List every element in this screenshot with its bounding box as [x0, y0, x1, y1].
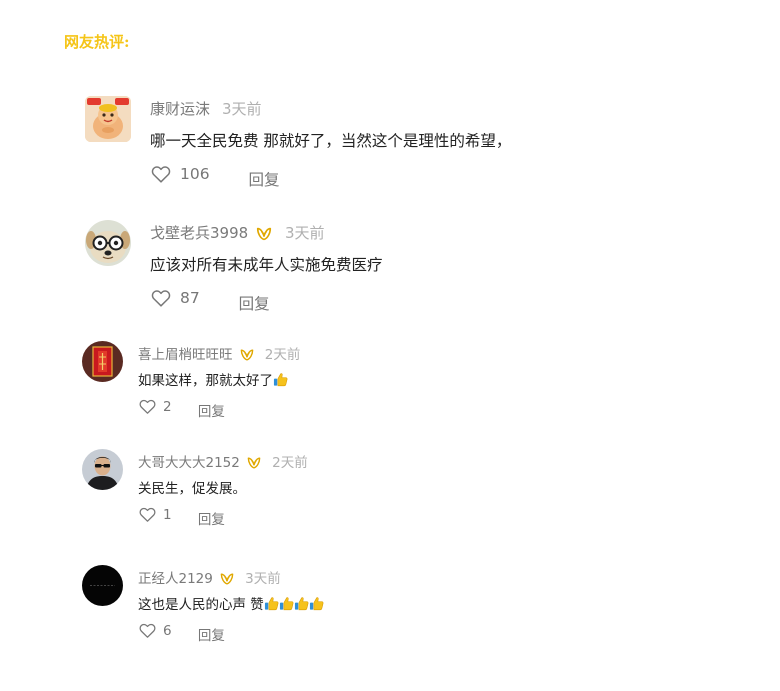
comment-text: 关民生，促发展。 [138, 481, 246, 497]
comment-actions: 1 回复 [138, 505, 225, 528]
comment-text: 哪一天全民免费 那就好了，当然这个是理性的希望， [150, 132, 512, 150]
like-count: 106 [180, 165, 210, 183]
reply-button[interactable]: 回复 [239, 292, 270, 314]
badge-icon [239, 347, 255, 363]
username[interactable]: 喜上眉梢旺旺旺 [138, 347, 233, 363]
heart-icon [138, 397, 157, 416]
like-count: 6 [163, 622, 172, 639]
like-button[interactable]: 2 [138, 397, 172, 416]
like-button[interactable]: 87 [150, 287, 200, 309]
thumbs-up-icon [309, 596, 324, 611]
thumbs-up-icon [294, 596, 309, 611]
reply-button[interactable]: 回复 [198, 400, 225, 420]
comment-time: 2天前 [272, 455, 308, 471]
red-scroll-avatar[interactable] [82, 341, 123, 382]
man-sunglasses-avatar[interactable] [82, 449, 123, 490]
comment-time: 2天前 [264, 347, 301, 363]
comment-meta: 康财运沫 3天前 [150, 98, 262, 119]
like-count: 87 [180, 289, 200, 307]
like-button[interactable]: 106 [150, 163, 210, 185]
like-count: 2 [163, 398, 172, 415]
thumbs-up-icon [264, 596, 279, 611]
like-count: 1 [163, 506, 172, 523]
reply-button[interactable]: 回复 [249, 168, 280, 190]
reply-button[interactable]: 回复 [198, 508, 225, 528]
username[interactable]: 康财运沫 [150, 100, 210, 118]
comment-time: 3天前 [222, 100, 262, 118]
comment-time: 3天前 [245, 571, 281, 587]
thumbs-up-icon [273, 372, 288, 387]
comment-meta: 大哥大大大2152 2天前 [138, 451, 308, 471]
reply-button[interactable]: 回复 [198, 624, 225, 644]
comment-text-body: 如果这样，那就太好了 [138, 373, 273, 389]
like-button[interactable]: 6 [138, 621, 172, 640]
username[interactable]: 正经人2129 [138, 571, 213, 587]
badge-icon [246, 455, 262, 471]
badge-icon [255, 225, 273, 243]
comment-time: 3天前 [284, 224, 325, 242]
thumbs-up-icon [279, 596, 294, 611]
comment-text: 应该对所有未成年人实施免费医疗 [150, 256, 383, 274]
comment-actions: 87 回复 [150, 287, 270, 314]
comment-actions: 6 回复 [138, 621, 225, 644]
comment-text: 如果这样，那就太好了 [138, 369, 288, 389]
heart-icon [150, 287, 172, 309]
heart-icon [138, 621, 157, 640]
badge-icon [219, 571, 235, 587]
comment-actions: 106 回复 [150, 163, 280, 190]
comment-text: 这也是人民的心声 赞 [138, 593, 324, 613]
cartoon-mascot-avatar[interactable] [85, 96, 131, 142]
cartoon-dog-glasses-avatar[interactable] [85, 220, 131, 266]
section-title: 网友热评: [64, 33, 130, 51]
username[interactable]: 戈壁老兵3998 [150, 224, 248, 242]
heart-icon [150, 163, 172, 185]
black-circle-avatar[interactable] [82, 565, 123, 606]
like-button[interactable]: 1 [138, 505, 172, 524]
heart-icon [138, 505, 157, 524]
comment-meta: 戈壁老兵3998 3天前 [150, 222, 325, 243]
comment-meta: 正经人2129 3天前 [138, 567, 281, 587]
comment-text-body: 这也是人民的心声 赞 [138, 597, 264, 613]
comment-actions: 2 回复 [138, 397, 225, 420]
comment-meta: 喜上眉梢旺旺旺 2天前 [138, 343, 300, 363]
username[interactable]: 大哥大大大2152 [138, 455, 240, 471]
